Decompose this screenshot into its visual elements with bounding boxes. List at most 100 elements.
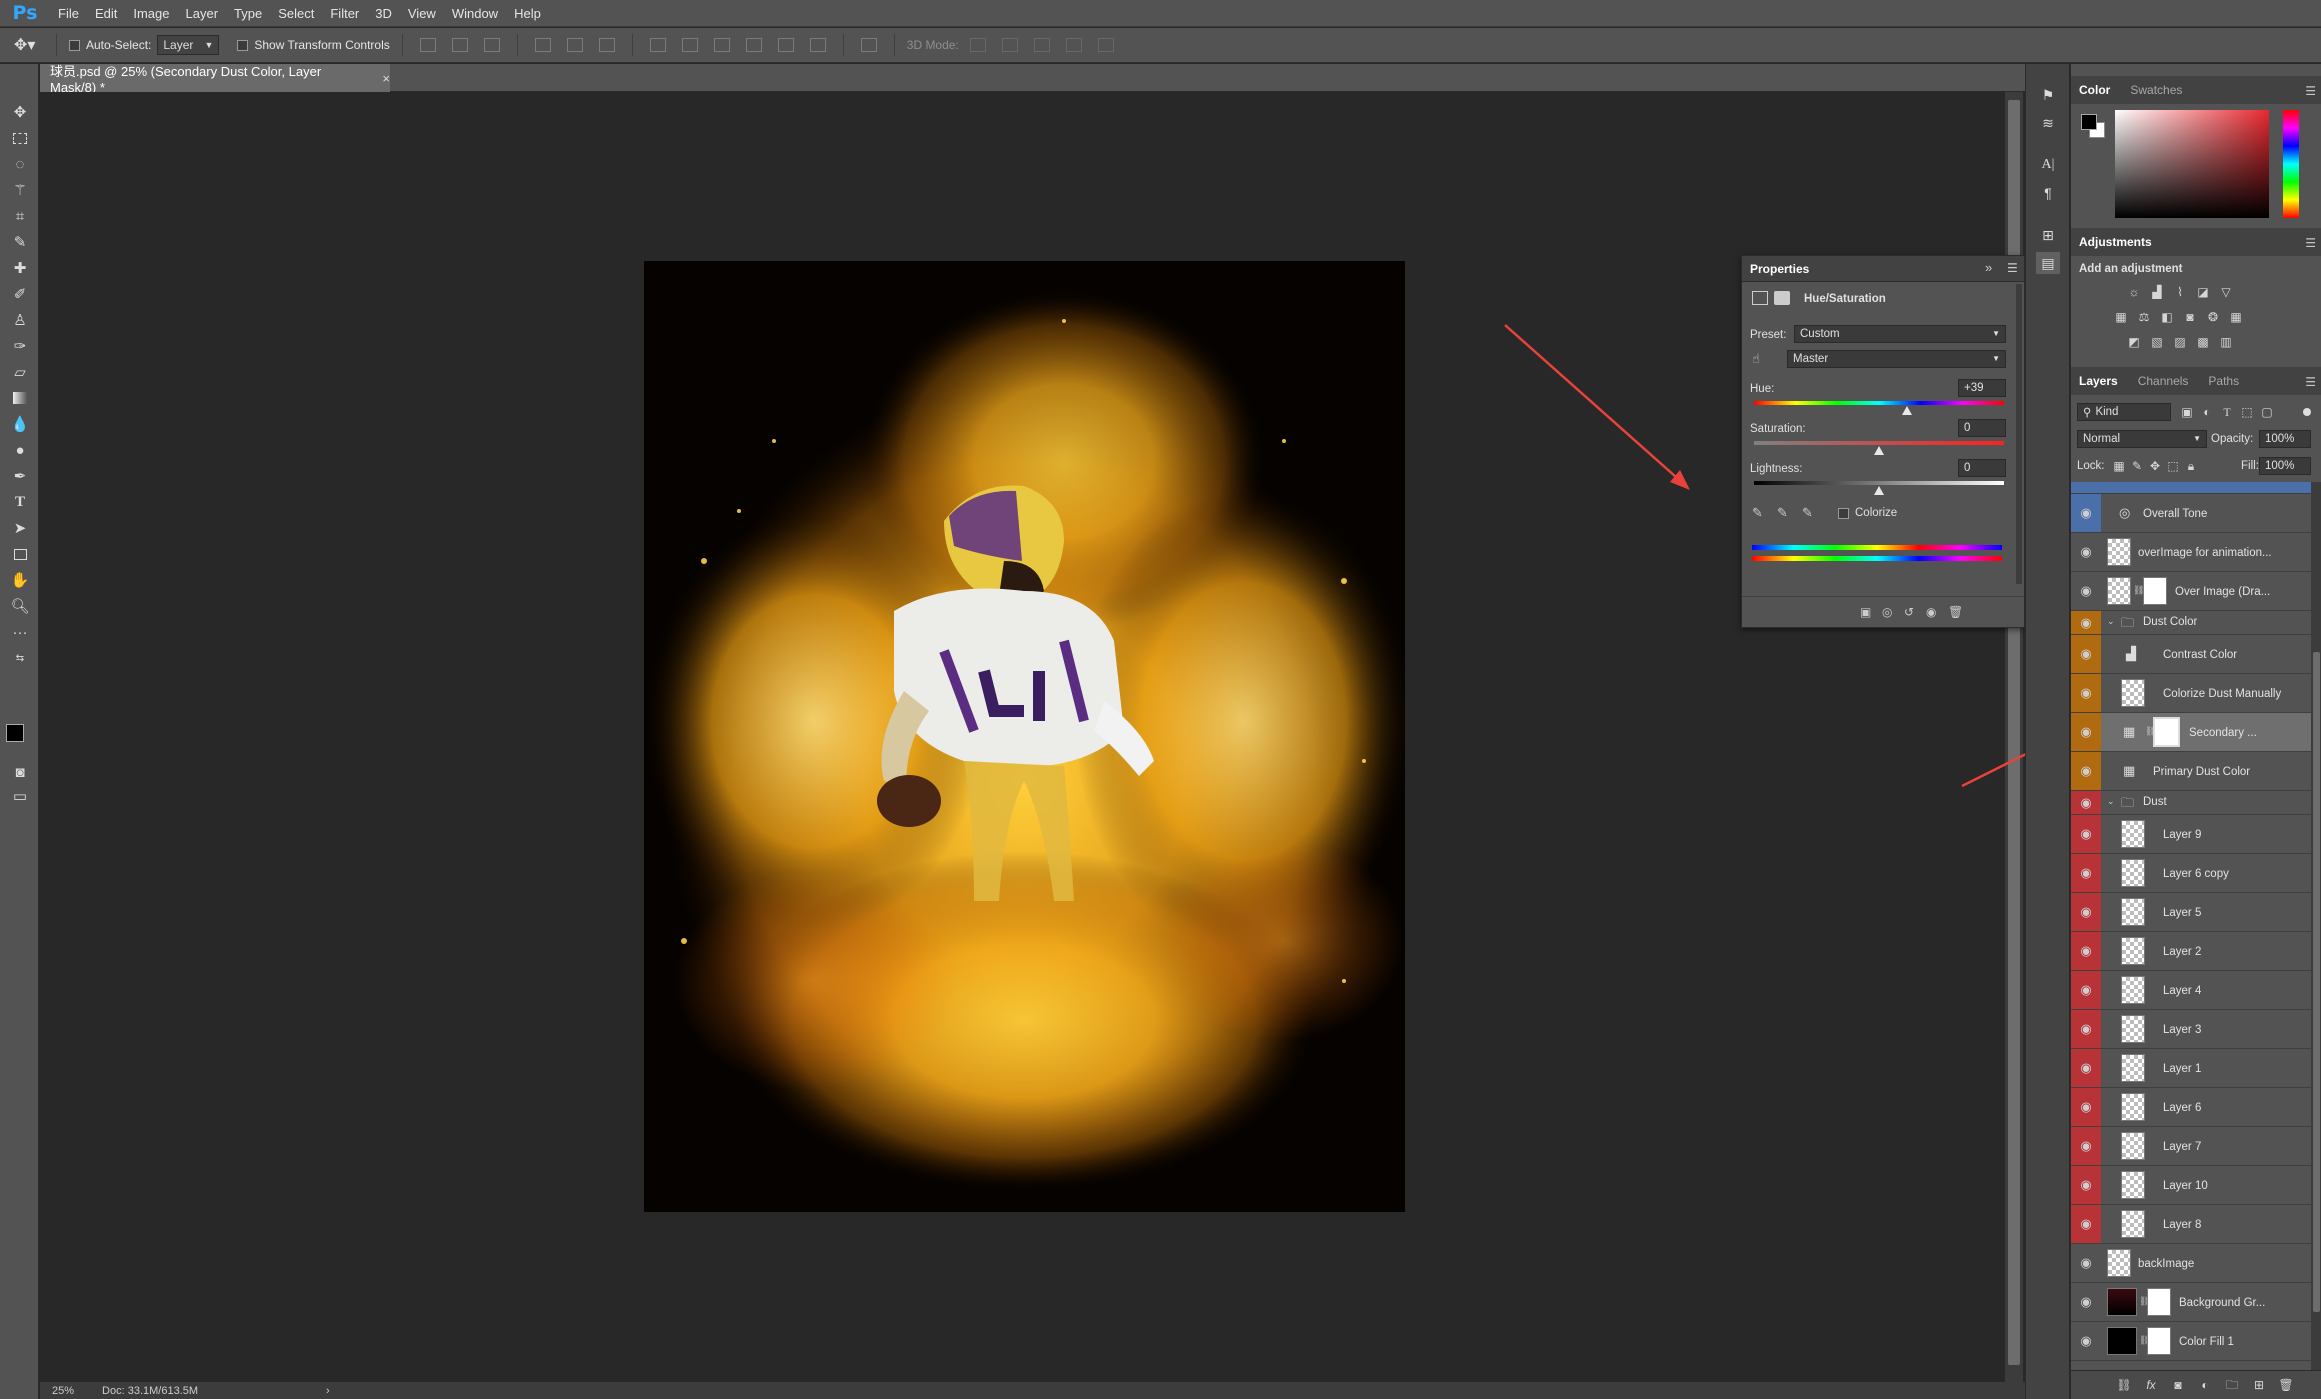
align-top-icon[interactable] <box>419 38 436 52</box>
selective-color-icon[interactable]: ▩ <box>2195 334 2211 350</box>
distribute-vcenter-icon[interactable] <box>681 38 698 52</box>
layer-filter-kind-dropdown[interactable]: ⚲ Kind <box>2077 403 2171 421</box>
visibility-eye-icon[interactable]: ◉ <box>2071 932 2101 970</box>
dodge-tool-icon[interactable]: ● <box>9 440 31 460</box>
document-tab[interactable]: 球员.psd @ 25% (Secondary Dust Color, Laye… <box>40 64 390 95</box>
layer-row[interactable]: ◉ Layer 2 <box>2071 932 2311 971</box>
color-foreground-swatch[interactable] <box>2081 114 2097 130</box>
color-balance-icon[interactable]: ⚖ <box>2136 309 2152 325</box>
blend-mode-dropdown[interactable]: Normal ▼ <box>2077 430 2207 448</box>
layer-row[interactable]: ◉ overImage for animation... <box>2071 533 2311 572</box>
view-previous-icon[interactable]: ◎ <box>1882 605 1892 619</box>
menu-3d[interactable]: 3D <box>367 6 400 21</box>
visibility-eye-icon[interactable]: ◉ <box>2071 971 2101 1009</box>
roll-3d-icon[interactable] <box>1001 38 1018 52</box>
link-layers-icon[interactable]: ⛓ <box>2116 1377 2132 1393</box>
lightness-slider-track[interactable] <box>1754 481 2004 485</box>
menu-filter[interactable]: Filter <box>322 6 367 21</box>
distribute-right-icon[interactable] <box>809 38 826 52</box>
layer-row[interactable]: ◉ Colorize Dust Manually <box>2071 674 2311 713</box>
lightness-input[interactable]: 0 <box>1958 459 2006 477</box>
mask-icon[interactable] <box>1774 291 1790 305</box>
menu-window[interactable]: Window <box>444 6 506 21</box>
zoom-tool-icon[interactable]: 🔍︎ <box>9 596 31 616</box>
eyedropper-tool-icon[interactable]: ✎ <box>9 232 31 252</box>
layer-row[interactable]: ◉ Layer 10 <box>2071 1166 2311 1205</box>
magic-wand-tool-icon[interactable]: ⚚ <box>9 180 31 200</box>
auto-select-dropdown[interactable]: Layer ▼ <box>157 35 220 55</box>
visibility-eye-icon[interactable]: ◉ <box>2071 791 2101 814</box>
menu-select[interactable]: Select <box>270 6 322 21</box>
brush-tool-icon[interactable]: ✐ <box>9 284 31 304</box>
brightness-contrast-icon[interactable]: ☼ <box>2126 284 2142 300</box>
eyedropper-plus-icon[interactable]: ✎ <box>1777 505 1788 521</box>
layer-style-fx-icon[interactable]: fx <box>2143 1377 2159 1393</box>
pan-3d-icon[interactable] <box>1033 38 1050 52</box>
move-tool-icon[interactable]: ✥ <box>9 102 31 122</box>
vibrance-icon[interactable]: ▽ <box>2218 284 2234 300</box>
pen-tool-icon[interactable]: ✒ <box>9 466 31 486</box>
visibility-eye-icon[interactable]: ◉ <box>2071 635 2101 673</box>
visibility-eye-icon[interactable]: ◉ <box>2071 1010 2101 1048</box>
tab-adjustments[interactable]: Adjustments <box>2079 235 2152 249</box>
filter-smart-object-icon[interactable]: ▢ <box>2259 404 2275 420</box>
show-transform-checkbox[interactable] <box>237 39 249 51</box>
visibility-eye-icon[interactable]: ◉ <box>2071 611 2101 634</box>
paragraph-icon[interactable]: ¶ <box>2036 182 2060 204</box>
layer-mask-thumbnail[interactable] <box>2147 1327 2171 1355</box>
libraries-icon[interactable]: ⊞ <box>2036 224 2060 246</box>
levels-icon[interactable]: ▟ <box>2149 284 2165 300</box>
new-layer-icon[interactable]: ⊞ <box>2251 1377 2267 1393</box>
collapse-icon[interactable]: » <box>1985 260 1992 275</box>
photo-filter-icon[interactable]: ◙ <box>2182 309 2198 325</box>
visibility-eye-icon[interactable]: ◉ <box>2071 713 2101 751</box>
layer-row[interactable]: ◉ ⛓ Background Gr... <box>2071 1283 2311 1322</box>
visibility-eye-icon[interactable]: ◉ <box>2071 494 2101 532</box>
visibility-eye-icon[interactable]: ◉ <box>1926 605 1936 619</box>
curves-icon[interactable]: ⌇ <box>2172 284 2188 300</box>
panel-menu-icon[interactable]: ☰ <box>2305 375 2316 389</box>
lock-all-icon[interactable]: 🔒︎ <box>2183 458 2199 474</box>
lock-image-icon[interactable]: ✎ <box>2129 458 2145 474</box>
layer-row[interactable]: ◉ Layer 9 <box>2071 815 2311 854</box>
visibility-eye-icon[interactable]: ◉ <box>2071 815 2101 853</box>
adjustment-layer-icon[interactable] <box>1752 291 1768 305</box>
type-tool-icon[interactable]: T <box>9 492 31 512</box>
character-icon[interactable]: A| <box>2036 154 2060 176</box>
properties-scrollbar[interactable] <box>2016 284 2022 584</box>
layer-row[interactable]: ◉ ▦ Primary Dust Color <box>2071 752 2311 791</box>
visibility-eye-icon[interactable]: ◉ <box>2071 1127 2101 1165</box>
lasso-tool-icon[interactable]: ◌ <box>9 154 31 174</box>
visibility-eye-icon[interactable]: ◉ <box>2071 674 2101 712</box>
menu-type[interactable]: Type <box>226 6 270 21</box>
saturation-slider-track[interactable] <box>1754 441 2004 445</box>
distribute-top-icon[interactable] <box>649 38 666 52</box>
brush-settings-icon[interactable]: ≋ <box>2036 112 2060 134</box>
tab-layers[interactable]: Layers <box>2079 374 2118 388</box>
gradient-map-icon[interactable]: ▥ <box>2218 334 2234 350</box>
layer-row[interactable]: ◉ Layer 3 <box>2071 1010 2311 1049</box>
colorize-checkbox[interactable] <box>1838 508 1849 519</box>
layer-group-row[interactable]: ◉ ⌄ 🗀 Dust Color <box>2071 611 2311 635</box>
auto-align-icon[interactable] <box>860 38 877 52</box>
lock-artboard-icon[interactable]: ⬚ <box>2165 458 2181 474</box>
fill-input[interactable]: 100% <box>2259 457 2311 475</box>
channel-dropdown[interactable]: Master ▼ <box>1787 350 2006 368</box>
tab-paths[interactable]: Paths <box>2208 374 2239 388</box>
exposure-icon[interactable]: ◪ <box>2195 284 2211 300</box>
trash-icon[interactable]: 🗑︎ <box>2278 1377 2294 1393</box>
layer-row[interactable]: ◉ ◎ Overall Tone <box>2071 494 2311 533</box>
layer-mask-thumbnail[interactable] <box>2153 717 2180 747</box>
foreground-color-swatch[interactable] <box>6 724 24 742</box>
visibility-eye-icon[interactable]: ◉ <box>2071 1283 2101 1321</box>
new-adjustment-icon[interactable]: ◐ <box>2197 1377 2213 1393</box>
align-hcenter-icon[interactable] <box>566 38 583 52</box>
hue-slider-thumb[interactable] <box>1901 406 1912 415</box>
healing-brush-tool-icon[interactable]: ✚ <box>9 258 31 278</box>
distribute-bottom-icon[interactable] <box>713 38 730 52</box>
layer-row[interactable]: ◉ Layer 6 copy <box>2071 854 2311 893</box>
hue-slider-track[interactable] <box>1754 401 2004 405</box>
swap-colors-icon[interactable]: ⇆ <box>9 648 31 668</box>
saturation-input[interactable]: 0 <box>1958 419 2006 437</box>
invert-icon[interactable]: ◩ <box>2126 334 2142 350</box>
